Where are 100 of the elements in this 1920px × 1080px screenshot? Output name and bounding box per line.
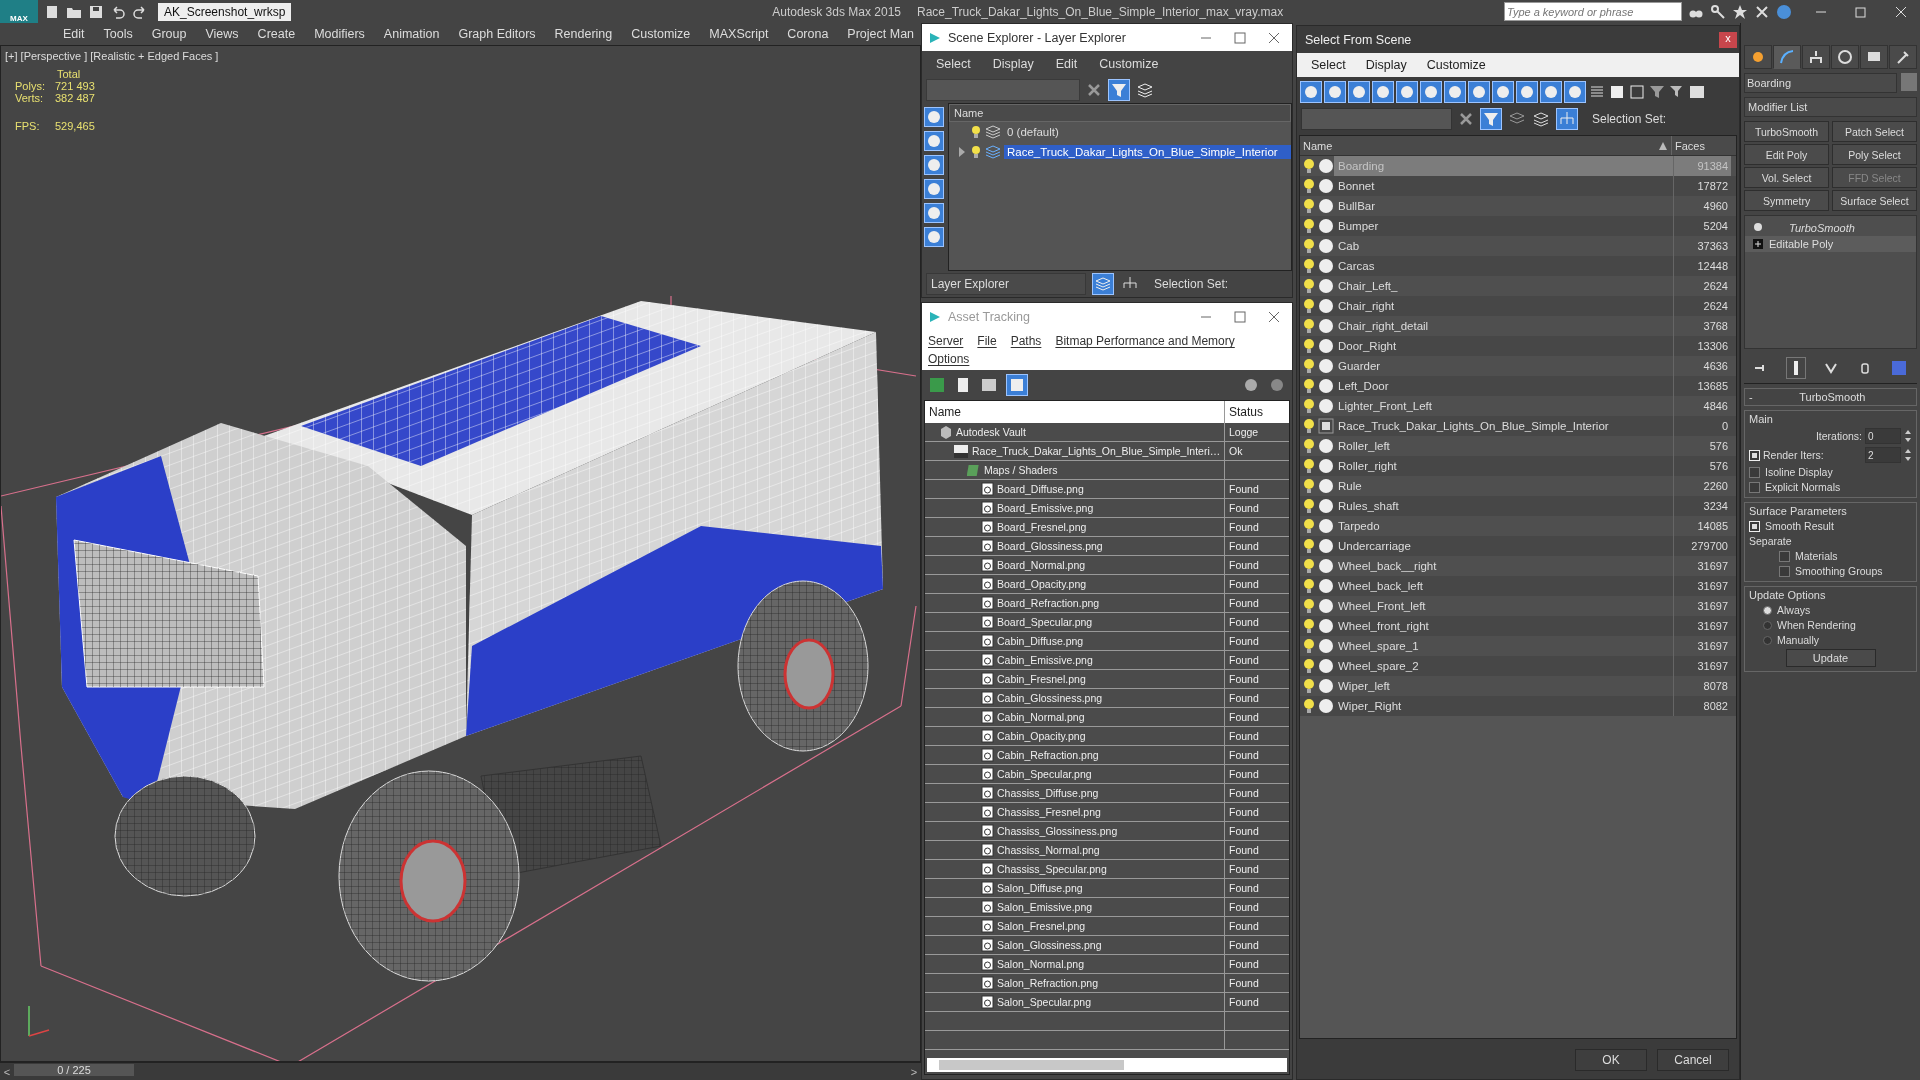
lightbulb-icon[interactable]	[1303, 418, 1315, 434]
lightbulb-icon[interactable]	[1303, 538, 1315, 554]
checkbox[interactable]	[1779, 565, 1790, 577]
menu-item[interactable]: Select	[936, 57, 971, 71]
lightbulb-icon[interactable]	[1303, 438, 1315, 454]
object-type-filter-icon[interactable]	[1420, 81, 1442, 103]
asset-name[interactable]: Chassiss_Specular.png	[997, 863, 1107, 875]
object-name-field[interactable]: Boarding	[1744, 73, 1897, 93]
menu-item[interactable]: Bitmap Performance and Memory	[1055, 334, 1235, 348]
command-panel-tab[interactable]	[1802, 45, 1830, 69]
asset-name[interactable]: Salon_Fresnel.png	[997, 920, 1086, 932]
radio-label[interactable]: When Rendering	[1777, 619, 1856, 631]
column-header[interactable]: Name	[1300, 136, 1672, 155]
checkbox[interactable]	[1749, 481, 1760, 493]
key-icon[interactable]	[1710, 3, 1726, 20]
time-slider-thumb[interactable]: 0 / 225	[14, 1064, 134, 1076]
close-button[interactable]: x	[1719, 31, 1737, 48]
lightbulb-icon[interactable]	[1303, 698, 1315, 714]
object-name[interactable]: Wiper_Right	[1334, 696, 1674, 716]
new-file-icon[interactable]	[44, 3, 60, 20]
asset-name[interactable]: Maps / Shaders	[984, 464, 1058, 476]
menu-item[interactable]: Select	[1311, 58, 1346, 72]
thumbnail-icon[interactable]	[980, 376, 998, 394]
asset-name[interactable]: Cabin_Emissive.png	[997, 654, 1093, 666]
next-frame-button[interactable]: >	[907, 1065, 921, 1078]
asset-name[interactable]: Board_Diffuse.png	[997, 483, 1084, 495]
modifier-list-dropdown[interactable]: Modifier List	[1744, 97, 1917, 117]
column-header[interactable]: Name	[925, 401, 1225, 423]
viewport-label[interactable]: [+] [Perspective ] [Realistic + Edged Faces ]	[5, 50, 219, 62]
object-type-filter-icon[interactable]	[1468, 81, 1490, 103]
spinner-field[interactable]: 2	[1865, 447, 1901, 463]
modifier-button[interactable]: Symmetry	[1744, 190, 1829, 211]
menu-item[interactable]: Modifiers	[305, 27, 375, 41]
lightbulb-icon[interactable]	[1303, 258, 1315, 274]
asset-name[interactable]: Board_Normal.png	[997, 559, 1086, 571]
menu-item[interactable]: Corona	[778, 27, 839, 41]
lightbulb-icon[interactable]	[1303, 558, 1315, 574]
lightbulb-icon[interactable]	[1303, 598, 1315, 614]
asset-name[interactable]: Cabin_Refraction.png	[997, 749, 1099, 761]
command-panel-tab[interactable]	[1831, 45, 1859, 69]
dialog-button[interactable]: OK	[1575, 1049, 1647, 1071]
radio-label[interactable]: Always	[1777, 604, 1811, 616]
modifier-stack-item[interactable]: TurboSmooth	[1769, 222, 1855, 234]
object-type-filter-icon[interactable]	[1396, 81, 1418, 103]
asset-name[interactable]: Autodesk Vault	[956, 426, 1026, 438]
lightbulb-icon[interactable]	[970, 145, 982, 159]
display-options-icon[interactable]	[1688, 83, 1706, 101]
asset-name[interactable]: Board_Refraction.png	[997, 597, 1100, 609]
asset-name[interactable]: Cabin_Specular.png	[997, 768, 1092, 780]
filter-type-icon[interactable]	[924, 179, 944, 199]
update-button[interactable]: Update	[1785, 649, 1876, 667]
asset-name[interactable]: Salon_Normal.png	[997, 958, 1084, 970]
object-type-filter-icon[interactable]	[1516, 81, 1538, 103]
column-header[interactable]: Status	[1225, 401, 1289, 423]
asset-name[interactable]: Salon_Glossiness.png	[997, 939, 1102, 951]
asset-name[interactable]: Salon_Specular.png	[997, 996, 1091, 1008]
asset-name[interactable]: Chassiss_Normal.png	[997, 844, 1100, 856]
rollout-header[interactable]: - TurboSmooth	[1744, 388, 1917, 406]
lightbulb-icon[interactable]	[1303, 478, 1315, 494]
collapse-toggle[interactable]: -	[1749, 391, 1753, 403]
command-panel-tab[interactable]	[1889, 45, 1917, 69]
menu-item[interactable]: Group	[142, 27, 197, 41]
object-type-filter-icon[interactable]	[1348, 81, 1370, 103]
layers-icon[interactable]	[1136, 81, 1154, 99]
lightbulb-icon[interactable]	[1303, 218, 1315, 234]
column-header[interactable]: Name	[949, 104, 1291, 122]
lightbulb-icon[interactable]	[1303, 678, 1315, 694]
expand-icon[interactable]	[1753, 239, 1763, 249]
asset-name[interactable]: Cabin_Fresnel.png	[997, 673, 1086, 685]
filter-type-icon[interactable]	[924, 155, 944, 175]
asset-name[interactable]: Chassiss_Fresnel.png	[997, 806, 1101, 818]
lightbulb-icon[interactable]	[1303, 518, 1315, 534]
object-color-swatch[interactable]	[1901, 73, 1917, 91]
menu-item[interactable]: Edit	[54, 27, 95, 41]
menu-item[interactable]: Tools	[94, 27, 143, 41]
menu-item[interactable]: Options	[928, 352, 970, 366]
star-icon[interactable]	[1732, 3, 1748, 20]
filter-icon[interactable]	[1648, 83, 1666, 101]
column-header[interactable]: Faces	[1672, 136, 1722, 155]
asset-name[interactable]: Board_Opacity.png	[997, 578, 1087, 590]
menu-item[interactable]: Customize	[622, 27, 701, 41]
checkbox-label[interactable]: Materials	[1795, 550, 1838, 562]
radio-button[interactable]	[1763, 605, 1772, 615]
asset-name[interactable]: Chassiss_Diffuse.png	[997, 787, 1099, 799]
spinner-arrows-icon[interactable]	[1904, 429, 1912, 443]
menu-item[interactable]: Animation	[374, 27, 450, 41]
lightbulb-icon[interactable]	[970, 125, 982, 139]
checkbox-label[interactable]: Smoothing Groups	[1795, 565, 1883, 577]
lightbulb-icon[interactable]	[1303, 318, 1315, 334]
menu-item[interactable]: Edit	[1055, 57, 1078, 71]
asset-name[interactable]: Board_Specular.png	[997, 616, 1093, 628]
lightbulb-icon[interactable]	[1303, 618, 1315, 634]
menu-item[interactable]: MAXScript	[700, 27, 779, 41]
lightbulb-icon[interactable]	[1303, 378, 1315, 394]
lightbulb-icon[interactable]	[1303, 658, 1315, 674]
lightbulb-icon[interactable]	[1303, 238, 1315, 254]
search-field[interactable]: Type a keyword or phrase	[1504, 2, 1682, 21]
lightbulb-icon[interactable]	[1303, 178, 1315, 194]
lightbulb-icon[interactable]	[1303, 458, 1315, 474]
asset-name[interactable]: Salon_Diffuse.png	[997, 882, 1083, 894]
